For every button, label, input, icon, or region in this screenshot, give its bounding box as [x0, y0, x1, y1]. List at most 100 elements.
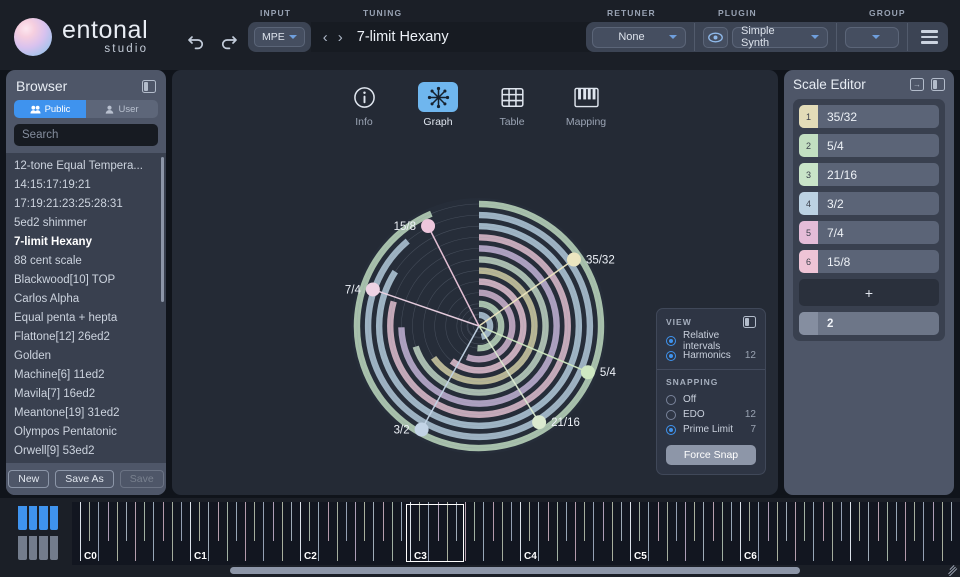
- keyboard-note-line[interactable]: [520, 502, 521, 561]
- harmonics-value[interactable]: 12: [745, 350, 756, 361]
- scale-degree-row[interactable]: 321/16: [799, 163, 939, 186]
- keyboard-note-line[interactable]: [144, 502, 145, 541]
- keyboard-note-line[interactable]: [483, 502, 484, 561]
- keyboard-note-line[interactable]: [474, 502, 475, 541]
- radio-harmonics[interactable]: [666, 351, 676, 361]
- keyboard-note-line[interactable]: [80, 502, 81, 561]
- graph-node[interactable]: [532, 415, 546, 429]
- graph-node[interactable]: [421, 219, 435, 233]
- keyboard-note-line[interactable]: [731, 502, 732, 541]
- keyboard-note-line[interactable]: [923, 502, 924, 561]
- prev-tuning-button[interactable]: ‹: [319, 29, 332, 46]
- piano-keys-icon-inactive[interactable]: [18, 536, 58, 560]
- keyboard-note-line[interactable]: [630, 502, 631, 561]
- list-item[interactable]: Olympos Pentatonic: [6, 422, 166, 441]
- keyboard-note-line[interactable]: [859, 502, 860, 541]
- list-item[interactable]: Meantone[19] 31ed2: [6, 403, 166, 422]
- keyboard-note-line[interactable]: [548, 502, 549, 541]
- save-button[interactable]: Save: [120, 470, 164, 488]
- search-input[interactable]: [22, 129, 150, 141]
- keyboard-note-line[interactable]: [768, 502, 769, 541]
- keyboard-scrollbar[interactable]: [72, 567, 960, 575]
- keyboard-note-line[interactable]: [291, 502, 292, 541]
- list-item[interactable]: 88 cent scale: [6, 251, 166, 270]
- graph-node[interactable]: [567, 253, 581, 267]
- radio-snapping-prime-limit[interactable]: [666, 425, 676, 435]
- menu-icon[interactable]: [916, 25, 942, 49]
- option-relative-intervals[interactable]: Relative intervals: [666, 333, 756, 348]
- option-snapping-off[interactable]: Off: [666, 392, 756, 407]
- keyboard-note-line[interactable]: [823, 502, 824, 541]
- keyboard-note-line[interactable]: [951, 502, 952, 541]
- scale-degree-row[interactable]: 615/8: [799, 250, 939, 273]
- plugin-select[interactable]: Simple Synth: [732, 27, 828, 48]
- collapse-panel-icon[interactable]: [931, 78, 945, 91]
- list-item[interactable]: Orwell[9] 53ed2: [6, 441, 166, 460]
- tab-public[interactable]: Public: [14, 100, 86, 118]
- radio-snapping-edo[interactable]: [666, 410, 676, 420]
- force-snap-button[interactable]: Force Snap: [666, 445, 756, 465]
- prime-limit-value[interactable]: 7: [750, 424, 756, 435]
- redo-icon[interactable]: [218, 30, 238, 50]
- list-item[interactable]: Mavila[7] 16ed2: [6, 384, 166, 403]
- retuner-select[interactable]: None: [592, 27, 686, 48]
- degree-ratio-value[interactable]: 15/8: [818, 255, 850, 269]
- export-icon[interactable]: →: [910, 78, 924, 91]
- add-degree-button[interactable]: +: [799, 279, 939, 306]
- resize-grip-icon[interactable]: [946, 564, 958, 576]
- keyboard-note-line[interactable]: [868, 502, 869, 561]
- scale-degree-row[interactable]: 57/4: [799, 221, 939, 244]
- keyboard-note-line[interactable]: [887, 502, 888, 561]
- degree-ratio-value[interactable]: 21/16: [818, 168, 857, 182]
- keyboard-note-line[interactable]: [493, 502, 494, 541]
- keyboard-note-line[interactable]: [933, 502, 934, 541]
- scale-degree-row[interactable]: 43/2: [799, 192, 939, 215]
- keyboard-note-line[interactable]: [328, 502, 329, 541]
- keyboard-note-line[interactable]: [703, 502, 704, 561]
- keyboard-note-line[interactable]: [832, 502, 833, 561]
- keyboard-note-line[interactable]: [621, 502, 622, 541]
- keyboard-note-line[interactable]: [135, 502, 136, 561]
- keyboard-note-line[interactable]: [786, 502, 787, 541]
- keyboard-note-line[interactable]: [749, 502, 750, 541]
- piano-keys-icon-active[interactable]: [18, 506, 58, 530]
- keyboard-note-line[interactable]: [392, 502, 393, 561]
- keyboard-note-line[interactable]: [694, 502, 695, 541]
- keyboard-note-line[interactable]: [777, 502, 778, 561]
- keyboard-note-line[interactable]: [603, 502, 604, 541]
- keyboard-note-line[interactable]: [98, 502, 99, 561]
- keyboard-note-line[interactable]: [804, 502, 805, 541]
- keyboard-note-line[interactable]: [153, 502, 154, 561]
- list-item[interactable]: Blackwood[10] TOP: [6, 270, 166, 289]
- keyboard-note-line[interactable]: [245, 502, 246, 561]
- keyboard-note-line[interactable]: [163, 502, 164, 541]
- keyboard-note-line[interactable]: [905, 502, 906, 561]
- keyboard-scrollbar-thumb[interactable]: [230, 567, 800, 574]
- list-item[interactable]: Carlos Alpha: [6, 289, 166, 308]
- group-select[interactable]: [845, 27, 899, 48]
- period-row[interactable]: 2: [799, 312, 939, 335]
- keyboard-note-line[interactable]: [795, 502, 796, 561]
- keyboard-note-line[interactable]: [282, 502, 283, 561]
- radio-relative-intervals[interactable]: [666, 336, 676, 346]
- keyboard-note-line[interactable]: [575, 502, 576, 561]
- graph-node[interactable]: [415, 423, 429, 437]
- keyboard-note-line[interactable]: [538, 502, 539, 561]
- list-item[interactable]: Machine[6] 11ed2: [6, 365, 166, 384]
- list-item[interactable]: 5ed2 shimmer: [6, 213, 166, 232]
- keyboard-note-line[interactable]: [896, 502, 897, 541]
- keyboard-note-line[interactable]: [685, 502, 686, 561]
- scale-degree-row[interactable]: 25/4: [799, 134, 939, 157]
- keyboard-note-line[interactable]: [89, 502, 90, 541]
- tab-graph[interactable]: Graph: [414, 82, 462, 128]
- keyboard-note-line[interactable]: [346, 502, 347, 541]
- graph-node[interactable]: [581, 365, 595, 379]
- input-select[interactable]: MPE: [254, 27, 305, 47]
- plugin-visibility-toggle[interactable]: [703, 27, 728, 48]
- edo-value[interactable]: 12: [745, 409, 756, 420]
- keyboard-note-line[interactable]: [566, 502, 567, 541]
- list-item[interactable]: 12-tone Equal Tempera...: [6, 156, 166, 175]
- collapse-panel-icon[interactable]: [142, 80, 156, 93]
- graph-node[interactable]: [366, 282, 380, 296]
- keyboard-note-line[interactable]: [593, 502, 594, 561]
